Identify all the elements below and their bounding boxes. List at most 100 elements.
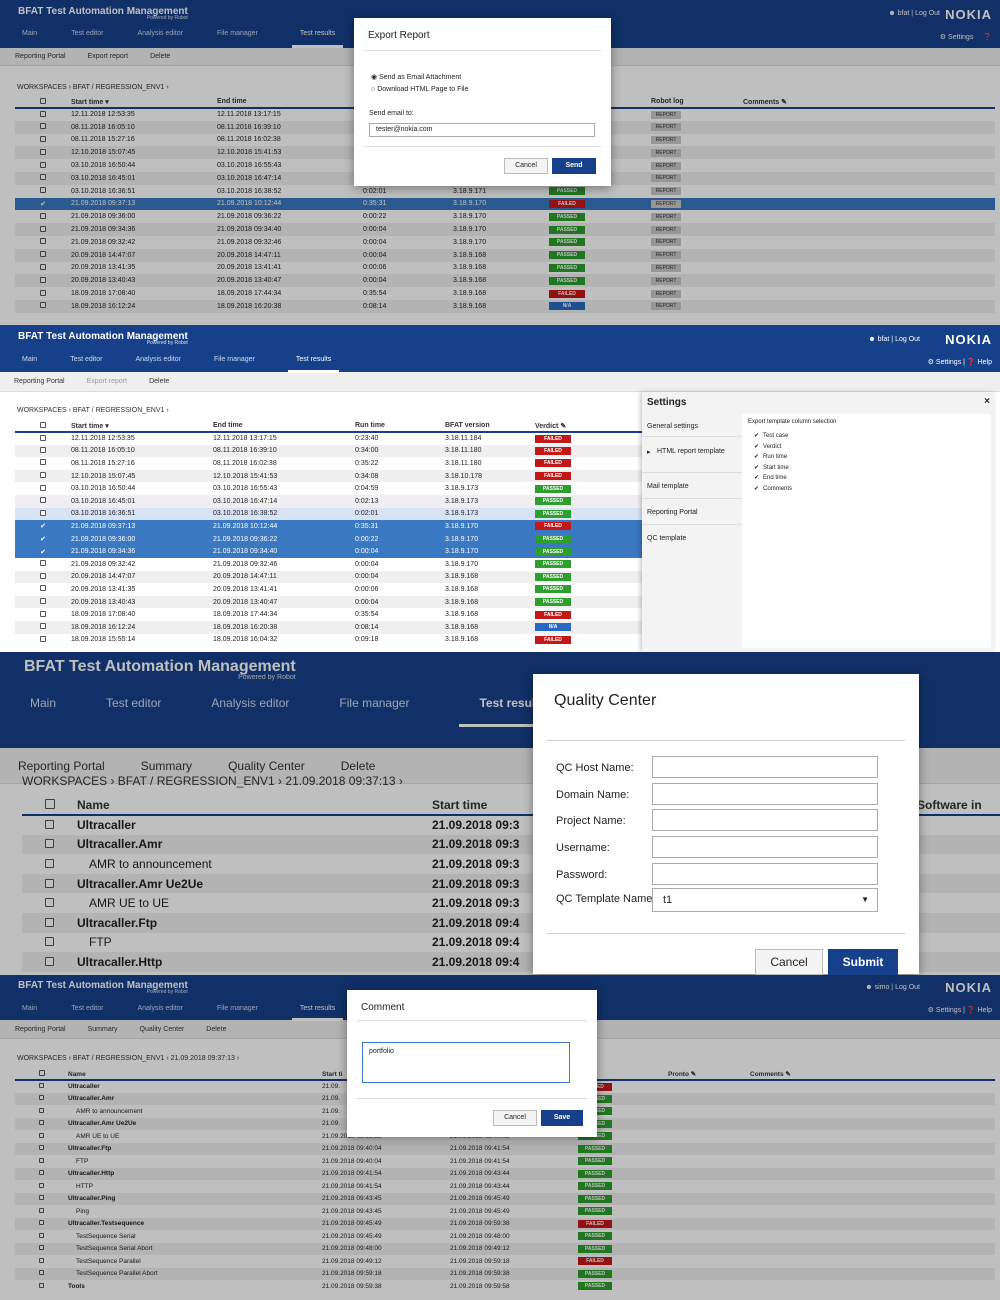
nav-test-results[interactable]: Test results	[287, 356, 340, 373]
version-cell: 3.18.9.170	[445, 560, 479, 568]
row-checkbox[interactable]	[40, 585, 46, 592]
logout-link[interactable]: Log Out	[895, 336, 920, 343]
email-input[interactable]: tester@nokia.com	[369, 123, 595, 137]
delete-link[interactable]: Delete	[149, 378, 169, 385]
table-row[interactable]: ✔ 21.09.2018 09:37:13 21.09.2018 10:12:44 0…	[15, 520, 645, 533]
table-row[interactable]: 18.09.2018 16:12:24 18.09.2018 16:20:38 0:…	[15, 620, 645, 634]
row-checkbox[interactable]	[40, 434, 46, 441]
select-all-checkbox[interactable]	[40, 421, 46, 428]
end-time-cell: 21.09.2018 10:12:44	[213, 520, 355, 533]
version-cell: 3.18.9.170	[445, 545, 535, 558]
table-row[interactable]: ✔ 21.09.2018 09:34:36 21.09.2018 09:34:40 0…	[15, 545, 645, 558]
column-check-item[interactable]: ✔ Comments	[754, 484, 792, 495]
col-start-time[interactable]: Start time ▾	[71, 420, 213, 433]
qc-field-input[interactable]	[652, 756, 878, 778]
version-cell: 3.18.9.170	[445, 520, 535, 533]
col-bfat-version[interactable]: BFAT version	[445, 420, 535, 433]
column-check-item[interactable]: ✔ Test case	[754, 431, 792, 442]
table-row[interactable]: 03.10.2018 16:36:51 03.10.2018 16:38:52 0:…	[15, 507, 645, 521]
table-row[interactable]: 08.11.2018 16:05:10 08.11.2018 16:39:10 0:…	[15, 444, 645, 458]
dialog-title: Quality Center	[554, 692, 657, 709]
qc-field-input[interactable]	[652, 809, 878, 832]
column-check-item[interactable]: ✔ Verdict	[754, 442, 792, 453]
row-checkbox[interactable]	[40, 560, 46, 567]
qc-field-input[interactable]	[652, 836, 878, 859]
run-time-cell: 0:02:01	[355, 507, 445, 521]
row-checkbox[interactable]	[40, 484, 46, 491]
column-check-item[interactable]: ✔ Start time	[754, 463, 792, 474]
col-verdict[interactable]: Verdict ✎	[535, 420, 645, 433]
table-row[interactable]: 21.09.2018 09:32:42 21.09.2018 09:32:46 0:…	[15, 558, 645, 571]
verdict-cell: PASSED	[535, 507, 645, 521]
table-row[interactable]: 18.09.2018 17:08:40 18.09.2018 17:44:34 0:…	[15, 608, 645, 621]
menu-mail-template[interactable]: Mail template	[647, 483, 689, 490]
user-name[interactable]: bfat	[878, 336, 890, 343]
table-row[interactable]: 20.09.2018 13:40:43 20.09.2018 13:40:47 0:…	[15, 595, 645, 609]
menu-reporting-portal[interactable]: Reporting Portal	[647, 509, 698, 516]
cancel-button[interactable]: Cancel	[755, 949, 823, 975]
table-row[interactable]: 18.09.2018 15:55:14 18.09.2018 16:04:32 0:…	[15, 634, 645, 647]
table-row[interactable]: 20.09.2018 14:47:07 20.09.2018 14:47:11 0:…	[15, 570, 645, 584]
nav-main[interactable]: Main	[22, 356, 37, 373]
table-row[interactable]: 08.11.2018 15:27:16 08.11.2018 16:02:38 0:…	[15, 457, 645, 470]
row-checkbox[interactable]	[40, 497, 46, 504]
row-checkbox[interactable]	[40, 572, 46, 579]
menu-html-report-template[interactable]: ▸	[647, 448, 651, 456]
reporting-portal-link[interactable]: Reporting Portal	[14, 378, 65, 385]
comment-textarea[interactable]: portfolio	[362, 1042, 570, 1083]
qc-template-select[interactable]: t1 ▼	[652, 888, 878, 912]
menu-general-settings[interactable]: General settings	[647, 423, 698, 430]
end-time-cell: 03.10.2018 16:38:52	[213, 507, 355, 521]
row-checkbox[interactable]	[40, 459, 46, 466]
option-download[interactable]: ○ Download HTML Page to File	[371, 86, 468, 93]
export-report-link[interactable]: Export report	[87, 378, 127, 385]
option-email[interactable]: ◉ Send as Email Attachment	[371, 73, 461, 81]
table-row[interactable]: 20.09.2018 13:41:35 20.09.2018 13:41:41 0:…	[15, 583, 645, 596]
cancel-button[interactable]: Cancel	[493, 1110, 537, 1126]
verdict-cell: PASSED	[535, 570, 645, 584]
table-row[interactable]: 03.10.2018 16:45:01 03.10.2018 16:47:14 0:…	[15, 494, 645, 508]
end-time-cell: 03.10.2018 16:47:14	[213, 494, 355, 508]
row-checkbox[interactable]	[40, 446, 46, 453]
radio-icon[interactable]: ○	[371, 86, 375, 93]
col-end-time[interactable]: End time	[213, 420, 355, 433]
menu-qc-template[interactable]: QC template	[647, 535, 686, 542]
table-row[interactable]: 12.11.2018 12:53:35 12.11.2018 13:17:15 0:…	[15, 432, 645, 445]
row-checkbox[interactable]	[40, 472, 46, 479]
submit-button[interactable]: Submit	[828, 949, 898, 975]
row-checkbox[interactable]	[40, 623, 46, 630]
run-time-cell: 0:00:04	[355, 545, 445, 558]
row-checkbox[interactable]	[40, 610, 46, 617]
nav-file-manager[interactable]: File manager	[214, 356, 255, 373]
check-icon[interactable]: ✔	[40, 536, 46, 543]
nav-test-editor[interactable]: Test editor	[70, 356, 102, 373]
table-row[interactable]: 03.10.2018 16:50:44 03.10.2018 16:55:43 0:…	[15, 482, 645, 495]
settings-help: ⚙ Settings | ❓ Help	[927, 359, 992, 366]
column-check-item[interactable]: ✔ Run time	[754, 452, 792, 463]
cancel-button[interactable]: Cancel	[504, 158, 548, 174]
column-check-item[interactable]: ✔ End time	[754, 473, 792, 484]
check-icon[interactable]: ✔	[40, 549, 46, 556]
version-cell: 3.18.9.168	[445, 595, 535, 609]
table-row[interactable]: 12.10.2018 15:07:45 12.10.2018 15:41:53 0:…	[15, 469, 645, 483]
row-select-cell	[15, 494, 71, 508]
col-run-time[interactable]: Run time	[355, 420, 445, 433]
table-row[interactable]: ✔ 21.09.2018 09:36:00 21.09.2018 09:36:22 0…	[15, 532, 645, 546]
nav-analysis-editor[interactable]: Analysis editor	[135, 356, 181, 373]
help-link[interactable]: Help	[978, 359, 992, 366]
radio-selected-icon[interactable]: ◉	[371, 74, 377, 81]
row-checkbox[interactable]	[40, 509, 46, 516]
row-checkbox[interactable]	[40, 598, 46, 605]
close-icon[interactable]: ×	[984, 396, 990, 407]
check-icon[interactable]: ✔	[40, 523, 46, 530]
settings-link[interactable]: Settings	[936, 359, 961, 366]
edit-icon[interactable]: ✎	[560, 423, 566, 430]
qc-field-input[interactable]	[652, 862, 878, 885]
send-button[interactable]: Send	[552, 158, 596, 174]
row-select-cell	[15, 558, 71, 571]
save-button[interactable]: Save	[541, 1110, 583, 1126]
qc-field-input[interactable]	[652, 782, 878, 805]
row-checkbox[interactable]	[40, 635, 46, 642]
end-time-cell: 03.10.2018 16:55:43	[213, 485, 278, 493]
divider	[642, 472, 742, 473]
